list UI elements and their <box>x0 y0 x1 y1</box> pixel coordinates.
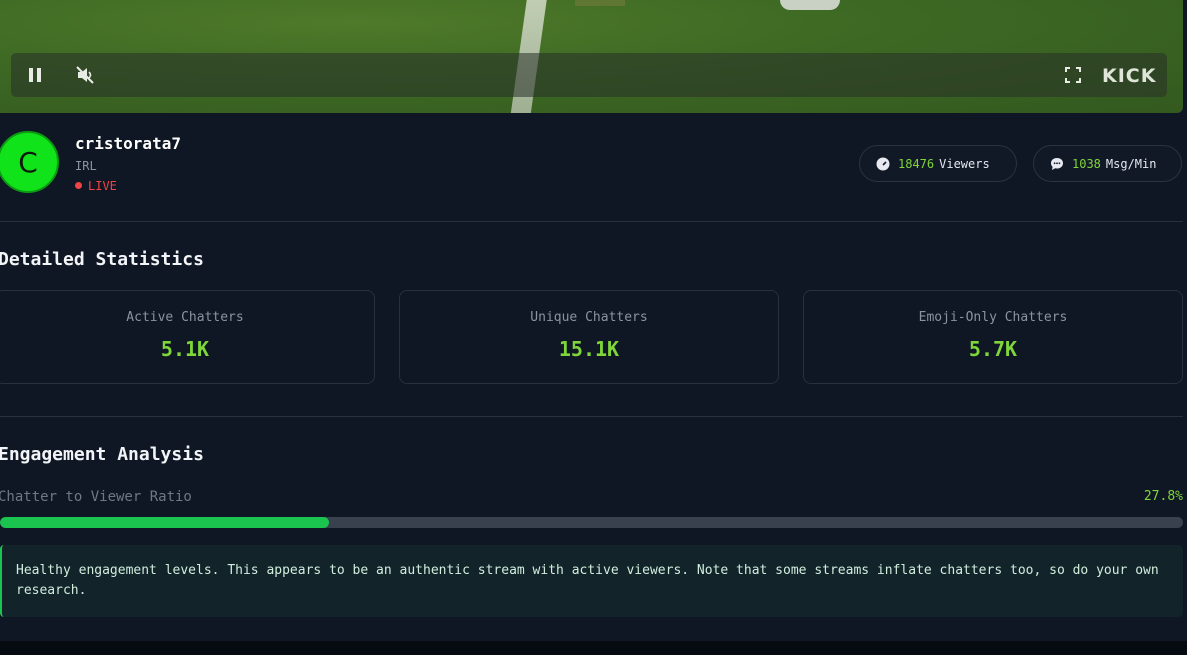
channel-name[interactable]: cristorata7 <box>75 134 181 153</box>
section-divider <box>0 221 1183 222</box>
ratio-progress-fill <box>0 517 329 528</box>
stat-value: 15.1K <box>558 337 620 361</box>
video-player[interactable]: KICK <box>0 0 1183 113</box>
chat-bubble-icon <box>1051 157 1063 170</box>
video-frame-detail <box>780 0 840 10</box>
messages-label: Msg/Min <box>1105 156 1157 171</box>
video-frame-detail <box>575 0 625 6</box>
live-dot-icon <box>75 182 82 189</box>
stat-value: 5.7K <box>968 337 1018 361</box>
page-footer-band <box>0 641 1187 655</box>
ratio-value: 27.8% <box>1143 489 1183 504</box>
player-controls-bar: KICK <box>11 53 1167 97</box>
kick-logo[interactable]: KICK <box>1102 65 1156 87</box>
messages-count: 1038 <box>1072 156 1101 171</box>
engagement-note: Healthy engagement levels. This appears … <box>0 545 1183 617</box>
stat-card-emoji-only-chatters: Emoji-Only Chatters 5.7K <box>803 290 1183 384</box>
fullscreen-icon[interactable] <box>1063 65 1083 85</box>
channel-category: IRL <box>75 159 97 173</box>
viewers-badge: 18476 Viewers <box>859 145 1017 182</box>
muted-speaker-icon[interactable] <box>75 65 95 85</box>
section-divider <box>0 416 1183 417</box>
live-status-text: LIVE <box>88 179 117 193</box>
stat-label: Active Chatters <box>126 310 244 325</box>
stat-value: 5.1K <box>160 337 210 361</box>
stat-card-unique-chatters: Unique Chatters 15.1K <box>399 290 779 384</box>
ratio-progress-bar <box>0 517 1183 528</box>
pause-icon[interactable] <box>25 65 45 85</box>
engagement-analysis-title: Engagement Analysis <box>0 444 204 465</box>
avatar[interactable]: C <box>0 131 59 193</box>
viewers-count: 18476 <box>898 156 935 171</box>
stat-label: Emoji-Only Chatters <box>918 310 1068 325</box>
messages-per-minute-badge: 1038 Msg/Min <box>1033 145 1182 182</box>
stat-label: Unique Chatters <box>530 310 648 325</box>
stat-card-active-chatters: Active Chatters 5.1K <box>0 290 375 384</box>
detailed-statistics-title: Detailed Statistics <box>0 249 204 270</box>
ratio-label: Chatter to Viewer Ratio <box>0 489 192 505</box>
live-status: LIVE <box>75 179 117 193</box>
viewers-label: Viewers <box>939 156 990 171</box>
gauge-icon <box>876 157 890 170</box>
